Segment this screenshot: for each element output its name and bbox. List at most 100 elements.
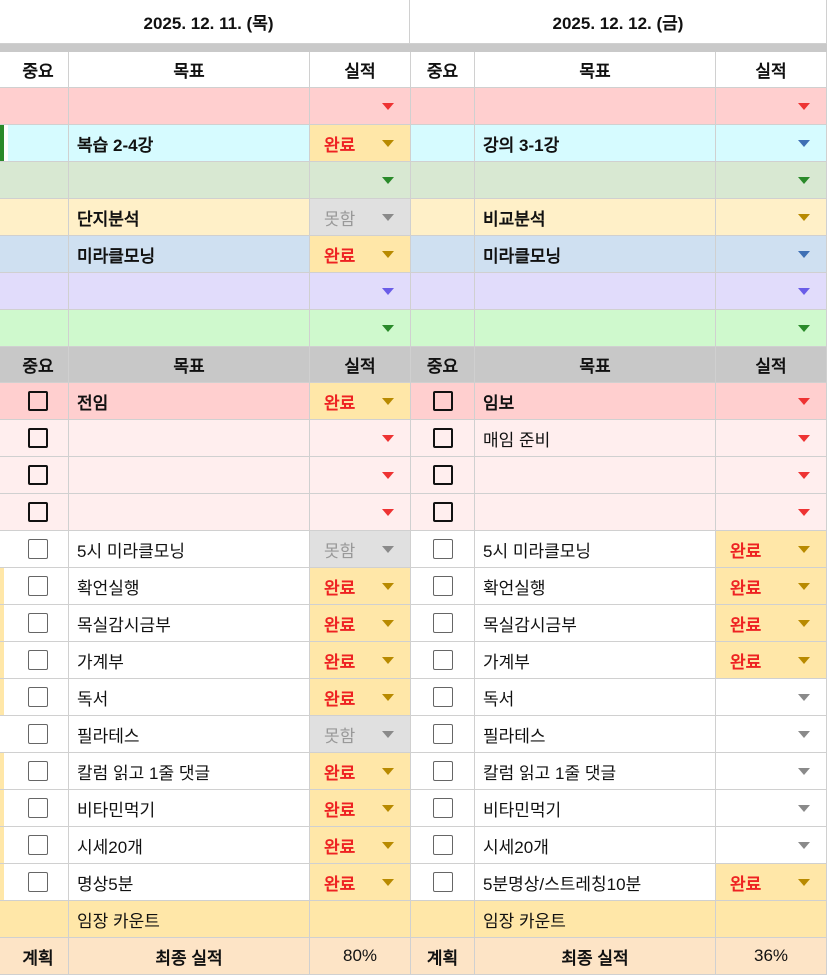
importance-cell-day1[interactable] [8,125,69,162]
dropdown-arrow-icon[interactable] [382,694,394,701]
result-dropdown-day1[interactable]: 완료 [310,827,411,864]
count-value-day2[interactable] [716,901,827,938]
dropdown-arrow-icon[interactable] [382,731,394,738]
importance-checkbox-day2[interactable] [411,753,475,790]
goal-cell-day2[interactable]: 필라테스 [475,716,716,753]
result-dropdown-day2[interactable] [716,679,827,716]
importance-checkbox-day2[interactable] [411,716,475,753]
result-dropdown-day1[interactable] [310,457,411,494]
goal-cell-day1[interactable] [69,273,310,310]
checkbox[interactable] [432,613,453,633]
goal-cell-day1[interactable]: 5시 미라클모닝 [69,531,310,568]
importance-checkbox-day2[interactable] [411,605,475,642]
result-dropdown-day2[interactable] [716,457,827,494]
dropdown-arrow-icon[interactable] [382,842,394,849]
result-dropdown-day1[interactable]: 완료 [310,642,411,679]
goal-cell-day2[interactable]: 강의 3-1강 [475,125,716,162]
goal-cell-day1[interactable]: 미라클모닝 [69,236,310,273]
checkbox[interactable] [28,835,48,855]
importance-checkbox-day2[interactable] [411,383,475,420]
dropdown-arrow-icon[interactable] [382,251,394,258]
result-dropdown-day1[interactable]: 못함 [310,716,411,753]
checkbox[interactable] [28,872,48,892]
goal-cell-day2[interactable] [475,457,716,494]
dropdown-arrow-icon[interactable] [798,657,810,664]
goal-cell-day1[interactable]: 목실감시금부 [69,605,310,642]
goal-cell-day2[interactable] [475,88,716,125]
importance-checkbox-day1[interactable] [8,383,69,420]
dropdown-arrow-icon[interactable] [798,214,810,221]
checkbox[interactable] [28,391,48,411]
dropdown-arrow-icon[interactable] [798,583,810,590]
importance-cell-day1[interactable] [8,88,69,125]
result-dropdown-day1[interactable]: 완료 [310,790,411,827]
dropdown-arrow-icon[interactable] [382,472,394,479]
dropdown-arrow-icon[interactable] [382,435,394,442]
result-dropdown-day1[interactable] [310,420,411,457]
dropdown-arrow-icon[interactable] [382,325,394,332]
importance-checkbox-day1[interactable] [8,679,69,716]
checkbox[interactable] [28,650,48,670]
dropdown-arrow-icon[interactable] [798,140,810,147]
checkbox[interactable] [28,687,48,707]
importance-cell-day2[interactable] [411,236,475,273]
dropdown-arrow-icon[interactable] [798,731,810,738]
result-dropdown-day1[interactable]: 완료 [310,236,411,273]
result-dropdown-day1[interactable]: 완료 [310,753,411,790]
goal-cell-day2[interactable] [475,162,716,199]
count-value-day1[interactable] [310,901,411,938]
importance-checkbox-day1[interactable] [8,605,69,642]
result-dropdown-day1[interactable]: 완료 [310,679,411,716]
goal-cell-day1[interactable] [69,420,310,457]
checkbox[interactable] [432,798,453,818]
importance-checkbox-day2[interactable] [411,827,475,864]
importance-checkbox-day1[interactable] [8,864,69,901]
result-dropdown-day2[interactable] [716,273,827,310]
dropdown-arrow-icon[interactable] [798,805,810,812]
importance-cell-day2[interactable] [411,199,475,236]
result-dropdown-day2[interactable]: 완료 [716,605,827,642]
result-dropdown-day2[interactable]: 완료 [716,568,827,605]
goal-cell-day1[interactable] [69,162,310,199]
importance-checkbox-day1[interactable] [8,531,69,568]
goal-cell-day2[interactable]: 미라클모닝 [475,236,716,273]
dropdown-arrow-icon[interactable] [798,103,810,110]
dropdown-arrow-icon[interactable] [382,509,394,516]
dropdown-arrow-icon[interactable] [798,694,810,701]
result-dropdown-day2[interactable] [716,88,827,125]
checkbox[interactable] [432,724,453,744]
dropdown-arrow-icon[interactable] [382,620,394,627]
goal-cell-day2[interactable]: 비교분석 [475,199,716,236]
checkbox[interactable] [28,613,48,633]
goal-cell-day2[interactable]: 칼럼 읽고 1줄 댓글 [475,753,716,790]
result-dropdown-day2[interactable]: 완료 [716,531,827,568]
checkbox[interactable] [432,465,453,485]
importance-checkbox-day1[interactable] [8,716,69,753]
result-dropdown-day1[interactable] [310,273,411,310]
importance-checkbox-day2[interactable] [411,642,475,679]
goal-cell-day2[interactable]: 임보 [475,383,716,420]
checkbox[interactable] [432,761,453,781]
goal-cell-day1[interactable]: 독서 [69,679,310,716]
dropdown-arrow-icon[interactable] [798,288,810,295]
goal-cell-day1[interactable]: 시세20개 [69,827,310,864]
goal-cell-day1[interactable] [69,88,310,125]
dropdown-arrow-icon[interactable] [382,879,394,886]
goal-cell-day2[interactable]: 시세20개 [475,827,716,864]
dropdown-arrow-icon[interactable] [798,398,810,405]
result-dropdown-day2[interactable] [716,494,827,531]
importance-checkbox-day2[interactable] [411,531,475,568]
importance-checkbox-day2[interactable] [411,864,475,901]
goal-cell-day2[interactable]: 가계부 [475,642,716,679]
checkbox[interactable] [432,539,453,559]
checkbox[interactable] [432,835,453,855]
result-dropdown-day2[interactable]: 완료 [716,864,827,901]
dropdown-arrow-icon[interactable] [382,657,394,664]
importance-cell-day1[interactable] [8,236,69,273]
dropdown-arrow-icon[interactable] [382,177,394,184]
importance-checkbox-day1[interactable] [8,494,69,531]
goal-cell-day1[interactable]: 필라테스 [69,716,310,753]
importance-cell-day2[interactable] [411,273,475,310]
result-dropdown-day2[interactable] [716,827,827,864]
dropdown-arrow-icon[interactable] [382,398,394,405]
